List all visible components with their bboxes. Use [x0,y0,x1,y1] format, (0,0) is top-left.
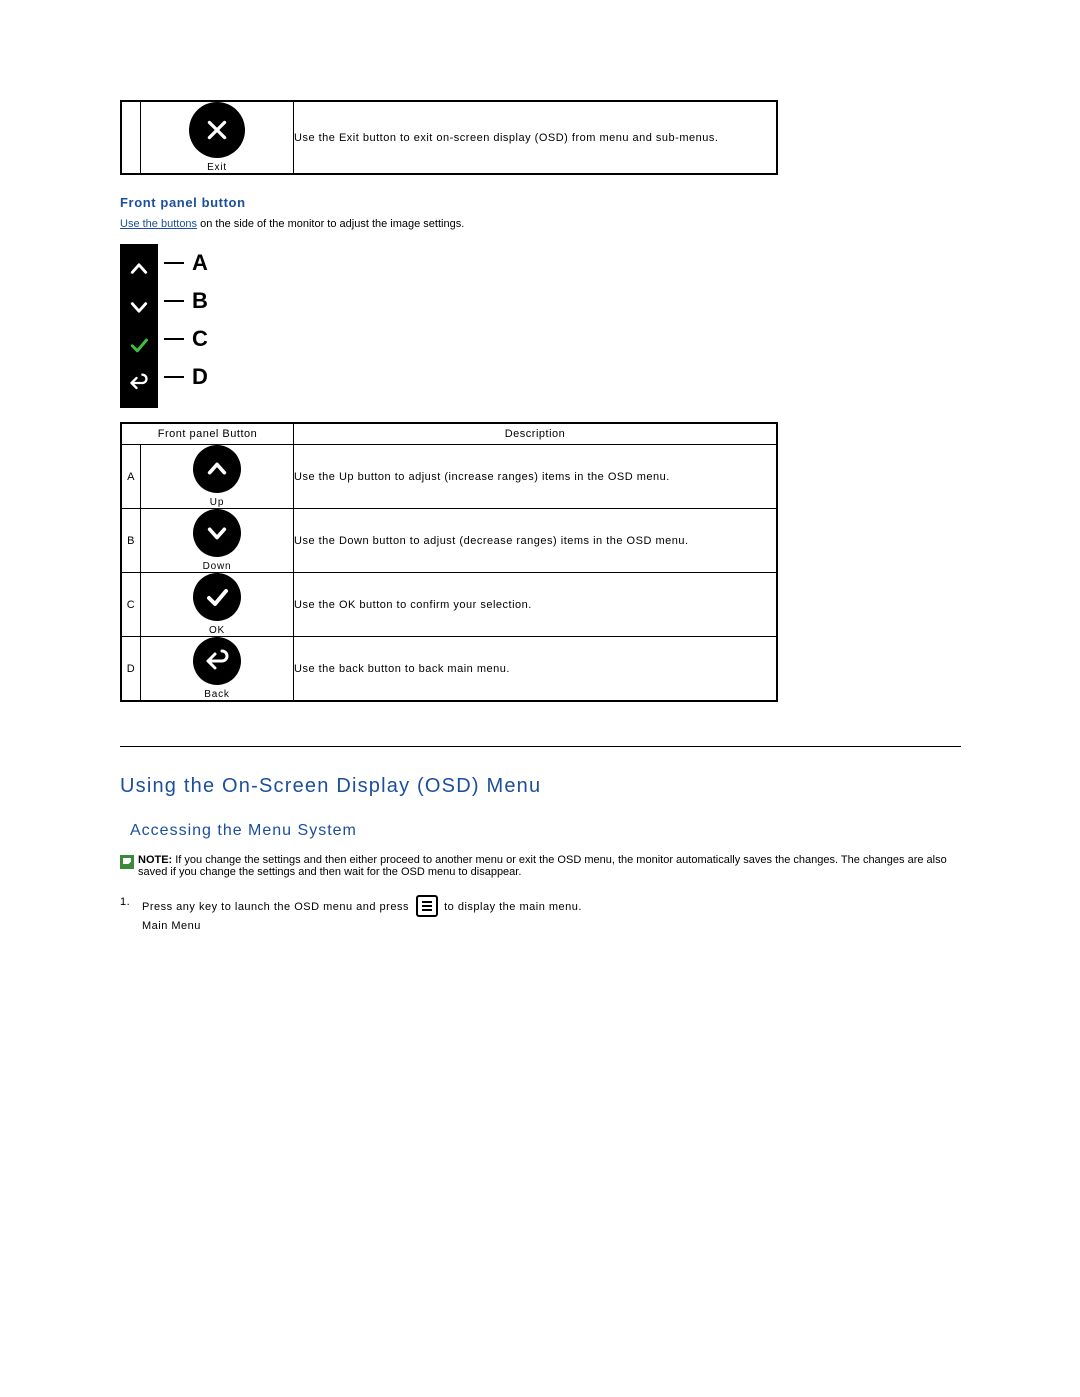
check-icon [193,573,241,621]
icon-cell: Up [141,445,294,509]
row-index: D [121,637,141,702]
body-text: Use the buttons on the side of the monit… [120,218,961,230]
osd-heading: Using the On-Screen Display (OSD) Menu [120,775,961,798]
col-header: Front panel Button [121,423,294,445]
osd-subheading: Accessing the Menu System [130,822,961,840]
table-row: Exit Use the Exit button to exit on-scre… [121,101,777,174]
note-body: NOTE:If you change the settings and then… [138,854,961,878]
check-icon [120,326,158,364]
table-row: A Up Use the Up button to adjust (increa… [121,445,777,509]
back-icon [120,364,158,402]
diagram-label: A [164,244,208,282]
row-index [121,101,141,174]
icon-label: Up [141,497,293,508]
diagram-label: B [164,282,208,320]
table-header-row: Front panel Button Description [121,423,777,445]
table-row: C OK Use the OK button to confirm your s… [121,573,777,637]
use-buttons-link[interactable]: Use the buttons [120,218,197,230]
description-cell: Use the back button to back main menu. [294,637,778,702]
table-row: D Back Use the back button to back main … [121,637,777,702]
step-number: 1. [120,896,142,936]
icon-label: Down [141,561,293,572]
row-index: B [121,509,141,573]
icon-label: Exit [141,162,293,173]
description-cell: Use the Exit button to exit on-screen di… [294,101,778,174]
panel-strip [120,244,158,408]
step-body: Press any key to launch the OSD menu and… [142,896,961,936]
row-index: A [121,445,141,509]
diagram-label: C [164,320,208,358]
section-heading: Front panel button [120,195,961,210]
close-icon [189,102,245,158]
up-icon [120,250,158,288]
icon-label: OK [141,625,293,636]
icon-cell: Down [141,509,294,573]
icon-cell: Exit [141,101,294,174]
note-icon [120,855,134,869]
icon-label: Back [141,689,293,700]
panel-diagram: A B C D [120,244,961,408]
step-text-b: to display the main menu. [444,901,582,913]
divider [120,746,961,747]
icon-cell: OK [141,573,294,637]
table-row: B Down Use the Down button to adjust (de… [121,509,777,573]
back-icon [193,637,241,685]
note-label: NOTE: [138,854,172,866]
icon-cell: Back [141,637,294,702]
col-header: Description [294,423,778,445]
button-table: Front panel Button Description A Up Use … [120,422,778,702]
step-text-a: Press any key to launch the OSD menu and… [142,901,413,913]
description-cell: Use the Up button to adjust (increase ra… [294,445,778,509]
down-icon [120,288,158,326]
ordered-step: 1. Press any key to launch the OSD menu … [120,896,961,936]
body-rest: on the side of the monitor to adjust the… [197,218,464,230]
panel-labels: A B C D [158,244,208,396]
description-cell: Use the OK button to confirm your select… [294,573,778,637]
up-icon [193,445,241,493]
step-extra: Main Menu [142,920,201,932]
down-icon [193,509,241,557]
note: NOTE:If you change the settings and then… [120,854,961,878]
diagram-label: D [164,358,208,396]
description-cell: Use the Down button to adjust (decrease … [294,509,778,573]
button-table-fragment: Exit Use the Exit button to exit on-scre… [120,100,778,175]
menu-icon [416,895,438,917]
note-text: If you change the settings and then eith… [138,854,947,878]
row-index: C [121,573,141,637]
